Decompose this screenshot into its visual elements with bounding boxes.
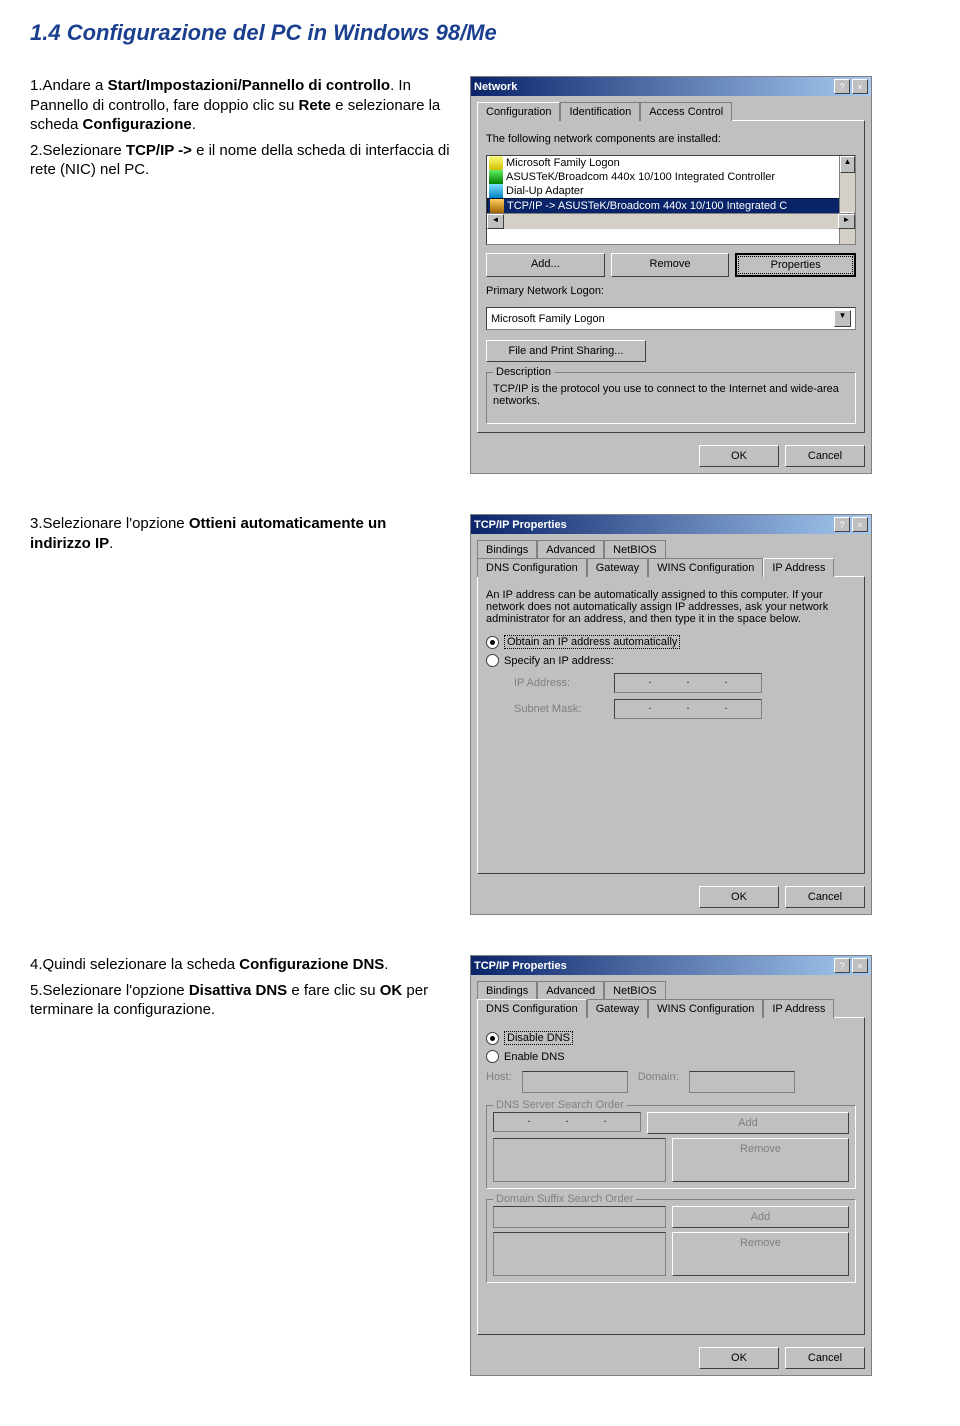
tab-ipaddress[interactable]: IP Address [763, 558, 834, 577]
help-button[interactable]: ? [834, 517, 850, 532]
suffix-add-button: Add [672, 1206, 849, 1228]
scroll-up[interactable]: ▲ [840, 156, 855, 173]
scroll-left[interactable]: ◄ [487, 214, 504, 229]
tab-configuration[interactable]: Configuration [477, 102, 560, 121]
close-button[interactable]: × [852, 958, 868, 973]
dial-icon [489, 184, 503, 198]
help-button[interactable]: ? [834, 79, 850, 94]
mask-input: ... [614, 699, 762, 719]
radio-obtain-auto[interactable]: Obtain an IP address automatically [486, 635, 856, 649]
tab-advanced[interactable]: Advanced [537, 981, 604, 1000]
ok-button[interactable]: OK [699, 886, 779, 908]
cancel-button[interactable]: Cancel [785, 886, 865, 908]
host-label: Host: [486, 1071, 512, 1093]
tcpip-title: TCP/IP Properties [474, 519, 567, 531]
dns-add-button: Add [647, 1112, 849, 1134]
ok-button[interactable]: OK [699, 445, 779, 467]
mask-label: Subnet Mask: [514, 703, 604, 715]
close-button[interactable]: × [852, 517, 868, 532]
tab-gateway[interactable]: Gateway [587, 558, 648, 577]
tab-ipaddress[interactable]: IP Address [763, 999, 834, 1018]
radio-enable-dns[interactable]: Enable DNS [486, 1050, 856, 1063]
components-label: The following network components are ins… [486, 133, 856, 145]
suffix-label: Domain Suffix Search Order [493, 1193, 636, 1205]
tcpip-dialog-ip: TCP/IP Properties ? × Bindings Advanced … [470, 514, 872, 915]
cancel-button[interactable]: Cancel [785, 1347, 865, 1369]
step-4-5-text: 4.Quindi selezionare la scheda Configura… [30, 955, 450, 1376]
dropdown-icon[interactable]: ▼ [834, 310, 851, 327]
dns-ip-input: ... [493, 1112, 641, 1132]
step-3-text: 3.Selezionare l'opzione Ottieni automati… [30, 514, 450, 915]
tab-wins[interactable]: WINS Configuration [648, 558, 763, 577]
add-button[interactable]: Add... [486, 253, 605, 277]
tab-bindings[interactable]: Bindings [477, 540, 537, 559]
suffix-input [493, 1206, 666, 1228]
tab-netbios[interactable]: NetBIOS [604, 540, 665, 559]
components-list[interactable]: Microsoft Family Logon ASUSTeK/Broadcom … [486, 155, 856, 245]
tab-wins[interactable]: WINS Configuration [648, 999, 763, 1018]
ip-label: IP Address: [514, 677, 604, 689]
tab-identification[interactable]: Identification [560, 102, 640, 121]
tcpip-dns-title: TCP/IP Properties [474, 960, 567, 972]
tab-dns[interactable]: DNS Configuration [477, 999, 587, 1018]
radio-disable-dns[interactable]: Disable DNS [486, 1031, 856, 1045]
nic-icon [489, 170, 503, 184]
remove-button[interactable]: Remove [611, 253, 730, 277]
radio-specify[interactable]: Specify an IP address: [486, 654, 856, 667]
tab-netbios[interactable]: NetBIOS [604, 981, 665, 1000]
help-button[interactable]: ? [834, 958, 850, 973]
ip-input: ... [614, 673, 762, 693]
ok-button[interactable]: OK [699, 1347, 779, 1369]
domain-input [689, 1071, 795, 1093]
close-button[interactable]: × [852, 79, 868, 94]
suffix-remove-button: Remove [672, 1232, 849, 1276]
page-title: 1.4 Configurazione del PC in Windows 98/… [30, 20, 930, 46]
logon-dropdown[interactable]: Microsoft Family Logon▼ [486, 307, 856, 330]
tab-dns[interactable]: DNS Configuration [477, 558, 587, 577]
description-text: TCP/IP is the protocol you use to connec… [493, 383, 849, 407]
logon-label: Primary Network Logon: [486, 285, 856, 297]
scroll-right[interactable]: ► [838, 214, 855, 229]
tcpip-dialog-dns: TCP/IP Properties ? × Bindings Advanced … [470, 955, 872, 1376]
step-1-2-text: 1.Andare a Start/Impostazioni/Pannello d… [30, 76, 450, 474]
suffix-list [493, 1232, 666, 1276]
network-dialog: Network ? × Configuration Identification… [470, 76, 872, 474]
network-title: Network [474, 81, 517, 93]
tab-advanced[interactable]: Advanced [537, 540, 604, 559]
file-sharing-button[interactable]: File and Print Sharing... [486, 340, 646, 362]
dns-list [493, 1138, 666, 1182]
tab-gateway[interactable]: Gateway [587, 999, 648, 1018]
host-input [522, 1071, 628, 1093]
cancel-button[interactable]: Cancel [785, 445, 865, 467]
dns-remove-button: Remove [672, 1138, 849, 1182]
tab-access-control[interactable]: Access Control [640, 102, 732, 121]
ip-description: An IP address can be automatically assig… [486, 589, 856, 625]
tab-bindings[interactable]: Bindings [477, 981, 537, 1000]
properties-button[interactable]: Properties [735, 253, 856, 277]
domain-label: Domain: [638, 1071, 679, 1093]
description-label: Description [493, 366, 554, 378]
client-icon [489, 156, 503, 170]
dns-order-label: DNS Server Search Order [493, 1099, 627, 1111]
proto-icon [490, 199, 504, 213]
